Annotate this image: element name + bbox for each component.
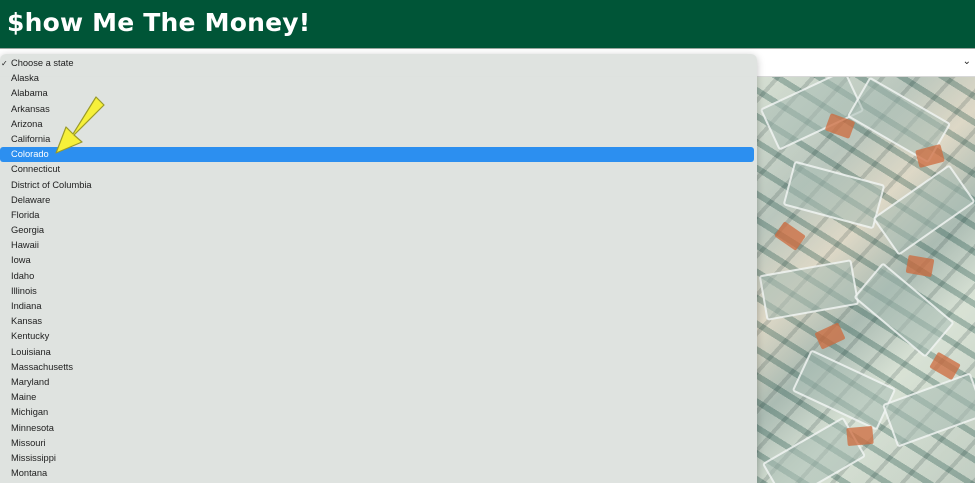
- state-option[interactable]: Illinois: [0, 284, 757, 299]
- state-option[interactable]: Georgia: [0, 223, 757, 238]
- app-header: $how Me The Money!: [0, 0, 975, 48]
- state-option[interactable]: Kentucky: [0, 329, 757, 344]
- state-option[interactable]: Missouri: [0, 436, 757, 451]
- state-option[interactable]: Florida: [0, 208, 757, 223]
- state-option[interactable]: Alaska: [0, 71, 757, 86]
- state-option[interactable]: Maine: [0, 390, 757, 405]
- checkmark-icon: ✓: [1, 59, 8, 68]
- state-option[interactable]: Indiana: [0, 299, 757, 314]
- state-option[interactable]: Hawaii: [0, 238, 757, 253]
- state-option[interactable]: Alabama: [0, 86, 757, 101]
- chevron-down-icon[interactable]: ⌄: [963, 56, 971, 67]
- state-option[interactable]: Arizona: [0, 117, 757, 132]
- state-option[interactable]: Maryland: [0, 375, 757, 390]
- state-option-highlighted[interactable]: Colorado: [0, 147, 754, 163]
- state-option[interactable]: Mississippi: [0, 451, 757, 466]
- state-option[interactable]: District of Columbia: [0, 178, 757, 193]
- state-option[interactable]: Massachusetts: [0, 360, 757, 375]
- state-option[interactable]: Delaware: [0, 193, 757, 208]
- state-option[interactable]: Arkansas: [0, 102, 757, 117]
- money-background-image: [757, 77, 975, 483]
- state-option[interactable]: Louisiana: [0, 345, 757, 360]
- state-dropdown-list[interactable]: ✓ Choose a state Alaska Alabama Arkansas…: [0, 54, 757, 483]
- yellow-arrow-annotation: [55, 96, 105, 154]
- state-option[interactable]: Connecticut: [0, 162, 757, 177]
- state-option[interactable]: Montana: [0, 466, 757, 481]
- state-option[interactable]: Idaho: [0, 269, 757, 284]
- state-option[interactable]: Kansas: [0, 314, 757, 329]
- state-option[interactable]: Iowa: [0, 253, 757, 268]
- app-title: $how Me The Money!: [7, 8, 311, 37]
- state-option[interactable]: ✓ Choose a state: [0, 56, 757, 71]
- state-option[interactable]: Minnesota: [0, 421, 757, 436]
- state-option[interactable]: California: [0, 132, 757, 147]
- state-option[interactable]: Michigan: [0, 405, 757, 420]
